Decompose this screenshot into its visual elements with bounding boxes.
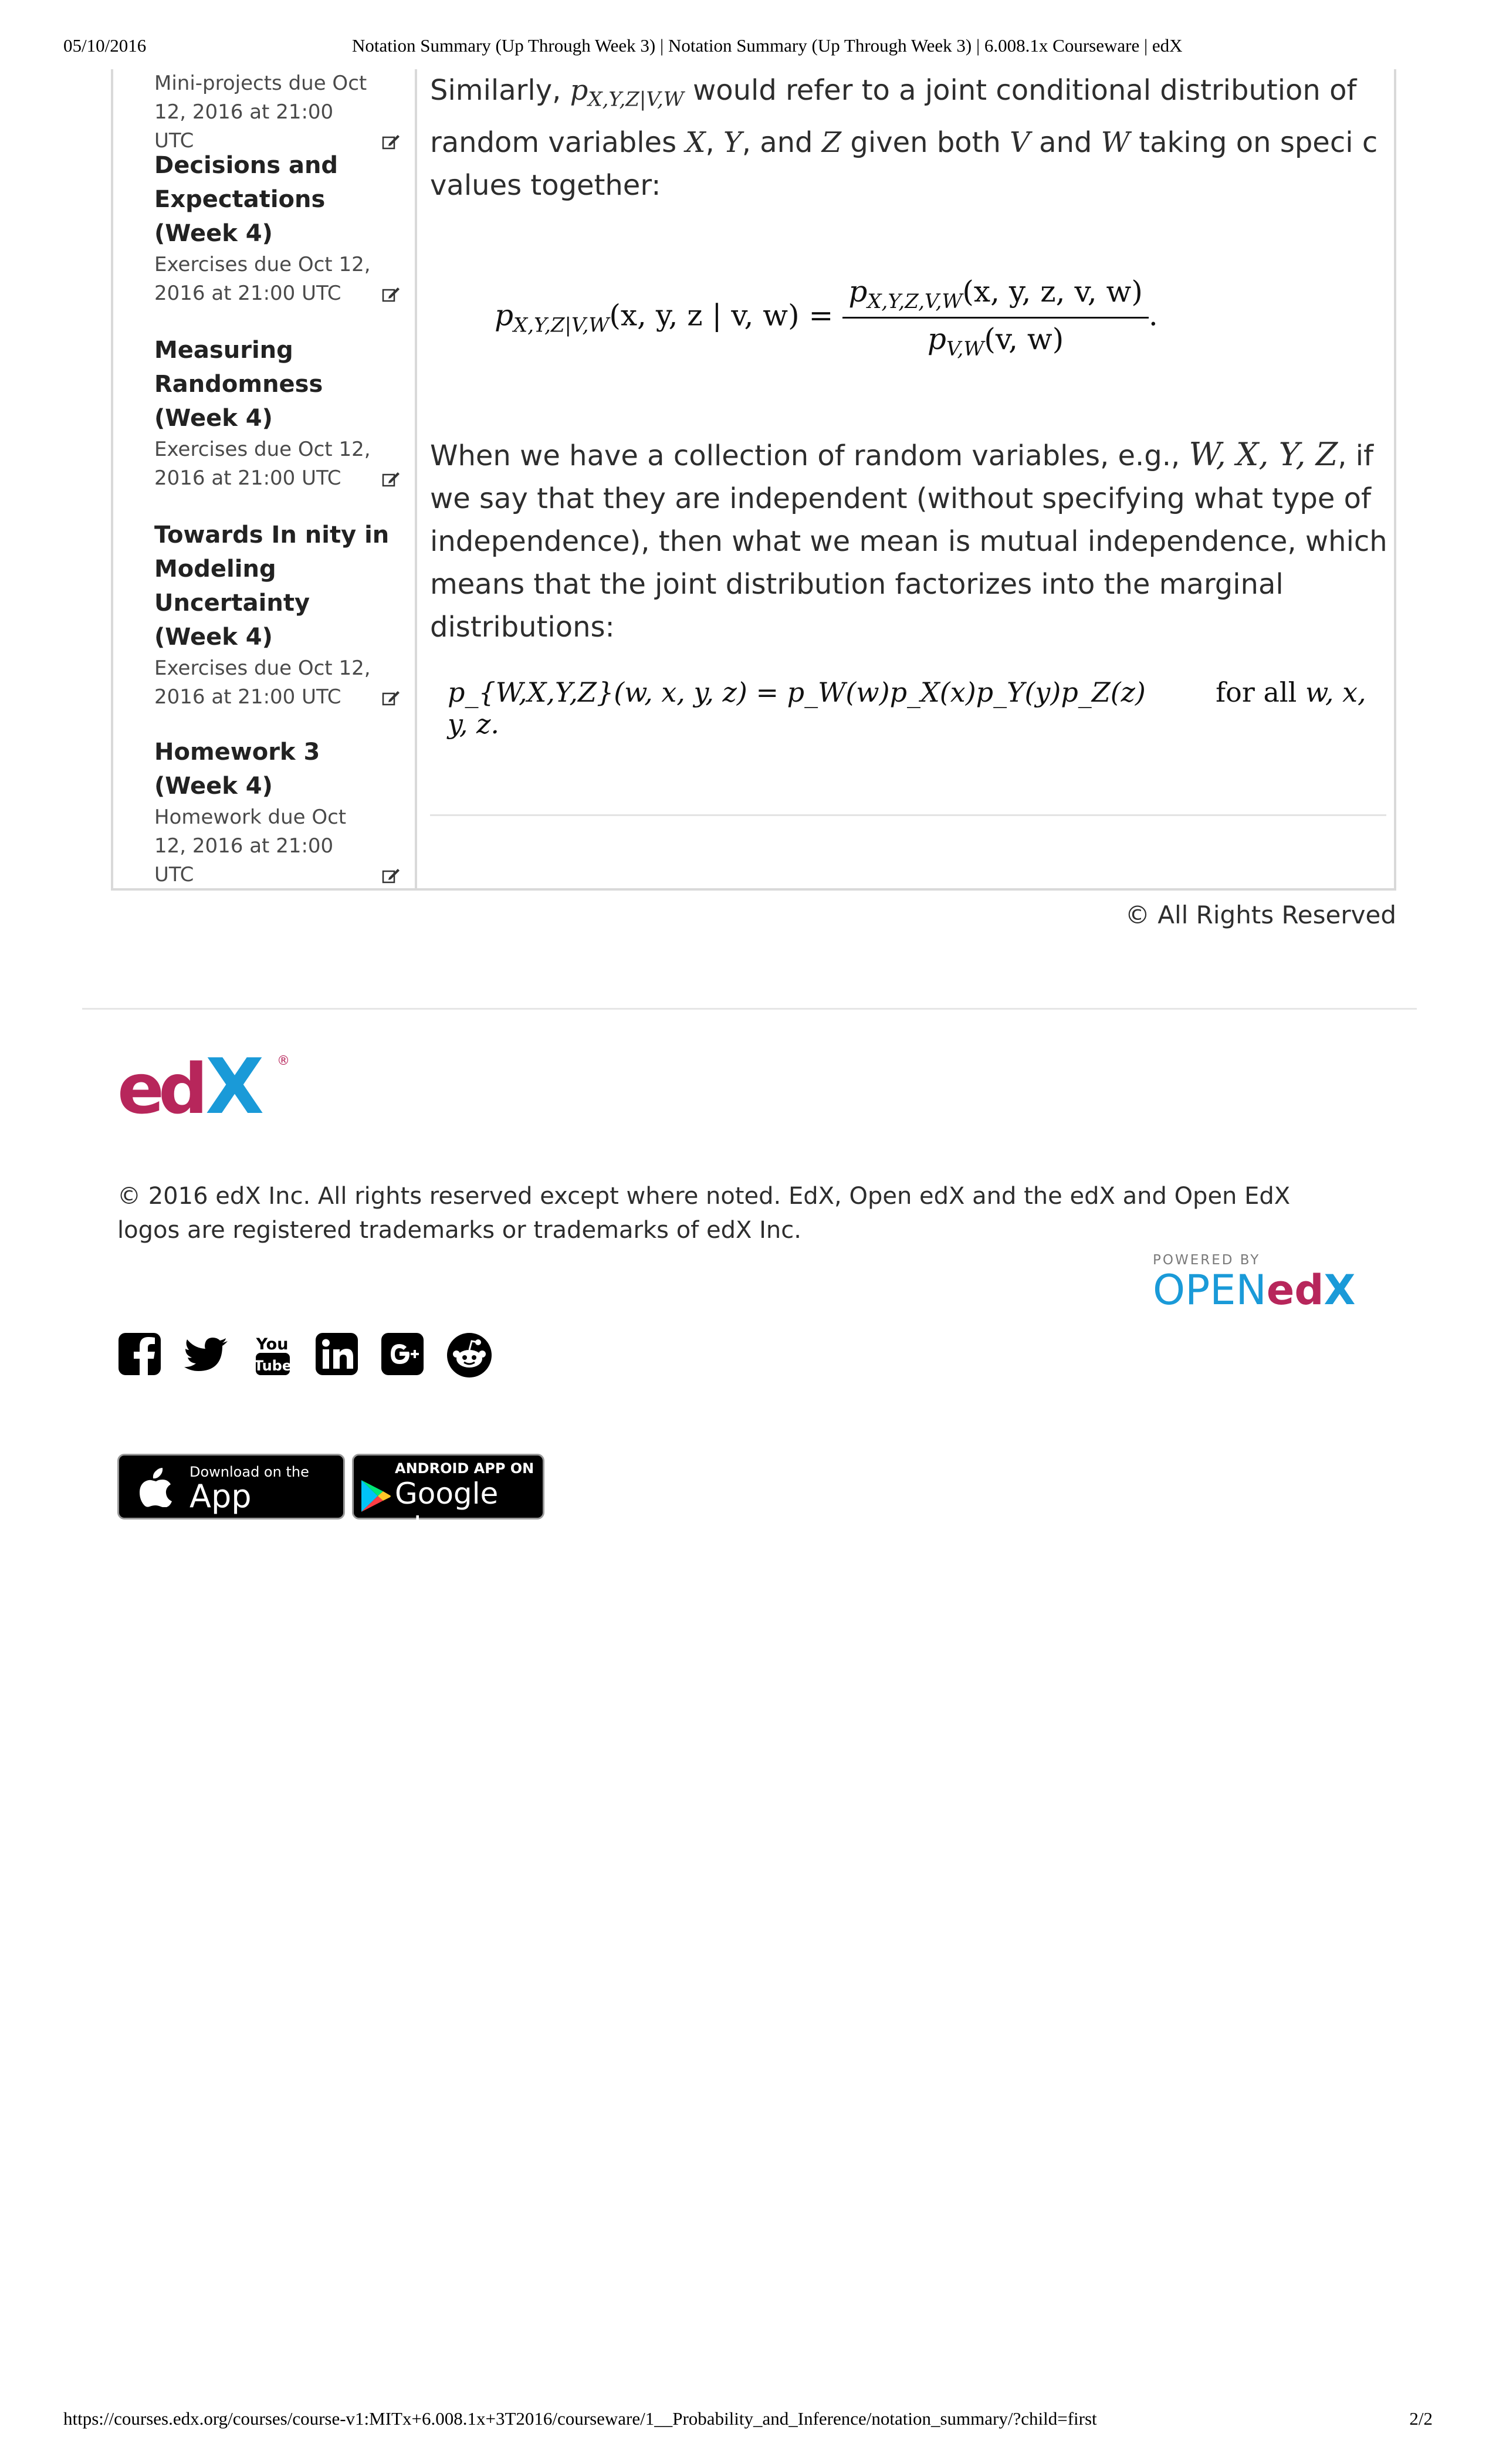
linkedin-icon[interactable] — [314, 1332, 361, 1379]
edit-icon — [382, 691, 400, 706]
all-rights-reserved: © All Rights Reserved — [1125, 901, 1396, 929]
sidebar-item-due: Exercises due Oct 12, 2016 at 21:00 UTC — [154, 251, 401, 308]
edx-logo-x: X — [205, 1047, 264, 1123]
powered-by-open-edx[interactable]: POWERED BY OPENedX — [1153, 1253, 1376, 1317]
youtube-icon[interactable]: You Tube — [249, 1332, 296, 1379]
course-sidebar: Mini-projects due Oct 12, 2016 at 21:00 … — [113, 69, 417, 888]
google-play-small-text: ANDROID APP ON — [395, 1460, 534, 1477]
paragraph-conditional: Similarly, pX,Y,Z|V,W would refer to a j… — [430, 74, 1378, 202]
sidebar-item-due: Homework due Oct 12, 2016 at 21:00 UTC — [154, 803, 401, 889]
youtube-icon-top: You — [256, 1335, 289, 1353]
print-title: Notation Summary (Up Through Week 3) | N… — [352, 35, 1183, 56]
google-play-big-text: Google play — [395, 1477, 499, 1545]
sidebar-item-mini-projects[interactable]: Mini-projects due Oct 12, 2016 at 21:00 … — [154, 69, 401, 155]
fraction: pX,Y,Z,V,W(x, y, z, v, w) pV,W(v, w) — [842, 275, 1149, 361]
math-inline: pX,Y,Z|V,W — [570, 74, 684, 111]
sidebar-item-due: Mini-projects due Oct 12, 2016 at 21:00 … — [154, 69, 401, 155]
course-content-box: Mini-projects due Oct 12, 2016 at 21:00 … — [111, 69, 1396, 891]
edit-icon — [382, 869, 400, 884]
youtube-icon-bottom: Tube — [254, 1358, 292, 1374]
print-footer: https://courses.edx.org/courses/course-v… — [0, 2408, 1496, 2434]
footer-divider — [82, 1008, 1417, 1010]
sidebar-item-title: Decisions and Expectations (Week 4) — [154, 152, 339, 247]
edx-logo[interactable]: ed X ® — [117, 1047, 299, 1123]
sidebar-item-towards-infinity[interactable]: Towards In nity in Modeling Uncertainty … — [154, 518, 401, 712]
google-play-badge[interactable]: ANDROID APP ON Google play — [352, 1454, 544, 1545]
paragraph-independence: When we have a collection of random vari… — [430, 436, 1387, 644]
google-play-icon — [361, 1480, 391, 1512]
apple-icon — [140, 1468, 172, 1507]
open-edx-logo: OPENedX — [1153, 1266, 1356, 1314]
registered-mark: ® — [277, 1054, 290, 1068]
print-page-number: 2/2 — [1409, 2408, 1433, 2429]
edit-icon — [382, 472, 400, 487]
sidebar-item-homework-3[interactable]: Homework 3 (Week 4) Homework due Oct 12,… — [154, 735, 401, 889]
edx-logo-ed: ed — [117, 1048, 202, 1123]
sidebar-item-title: Measuring Randomness (Week 4) — [154, 337, 323, 432]
print-header: 05/10/2016 Notation Summary (Up Through … — [0, 35, 1496, 61]
content-divider — [430, 814, 1386, 816]
sidebar-item-decisions[interactable]: Decisions and Expectations (Week 4) Exer… — [154, 148, 401, 308]
equation-conditional: pX,Y,Z|V,W(x, y, z | v, w) = pX,Y,Z,V,W(… — [495, 275, 1158, 361]
copyright-notice: © 2016 edX Inc. All rights reserved exce… — [117, 1183, 1291, 1244]
equation-independence: p_{W,X,Y,Z}(w, x, y, z) = p_W(w)p_X(x)p_… — [448, 676, 1366, 740]
app-store-badge[interactable]: Download on the App Store — [117, 1454, 345, 1552]
sidebar-item-due: Exercises due Oct 12, 2016 at 21:00 UTC — [154, 654, 401, 712]
reddit-icon[interactable] — [446, 1332, 493, 1379]
print-url: https://courses.edx.org/courses/course-v… — [63, 2408, 1097, 2429]
google-plus-icon[interactable] — [380, 1332, 427, 1379]
sidebar-item-title: Homework 3 (Week 4) — [154, 739, 320, 800]
edit-icon — [382, 287, 400, 302]
facebook-icon[interactable] — [117, 1332, 164, 1379]
sidebar-item-title: Towards In nity in Modeling Uncertainty … — [154, 522, 390, 651]
sidebar-item-due: Exercises due Oct 12, 2016 at 21:00 UTC — [154, 435, 401, 493]
sidebar-item-measuring-randomness[interactable]: Measuring Randomness (Week 4) Exercises … — [154, 333, 401, 493]
app-store-big-text: App Store — [189, 1478, 273, 1552]
print-date: 05/10/2016 — [63, 35, 147, 56]
twitter-icon[interactable] — [183, 1332, 230, 1379]
